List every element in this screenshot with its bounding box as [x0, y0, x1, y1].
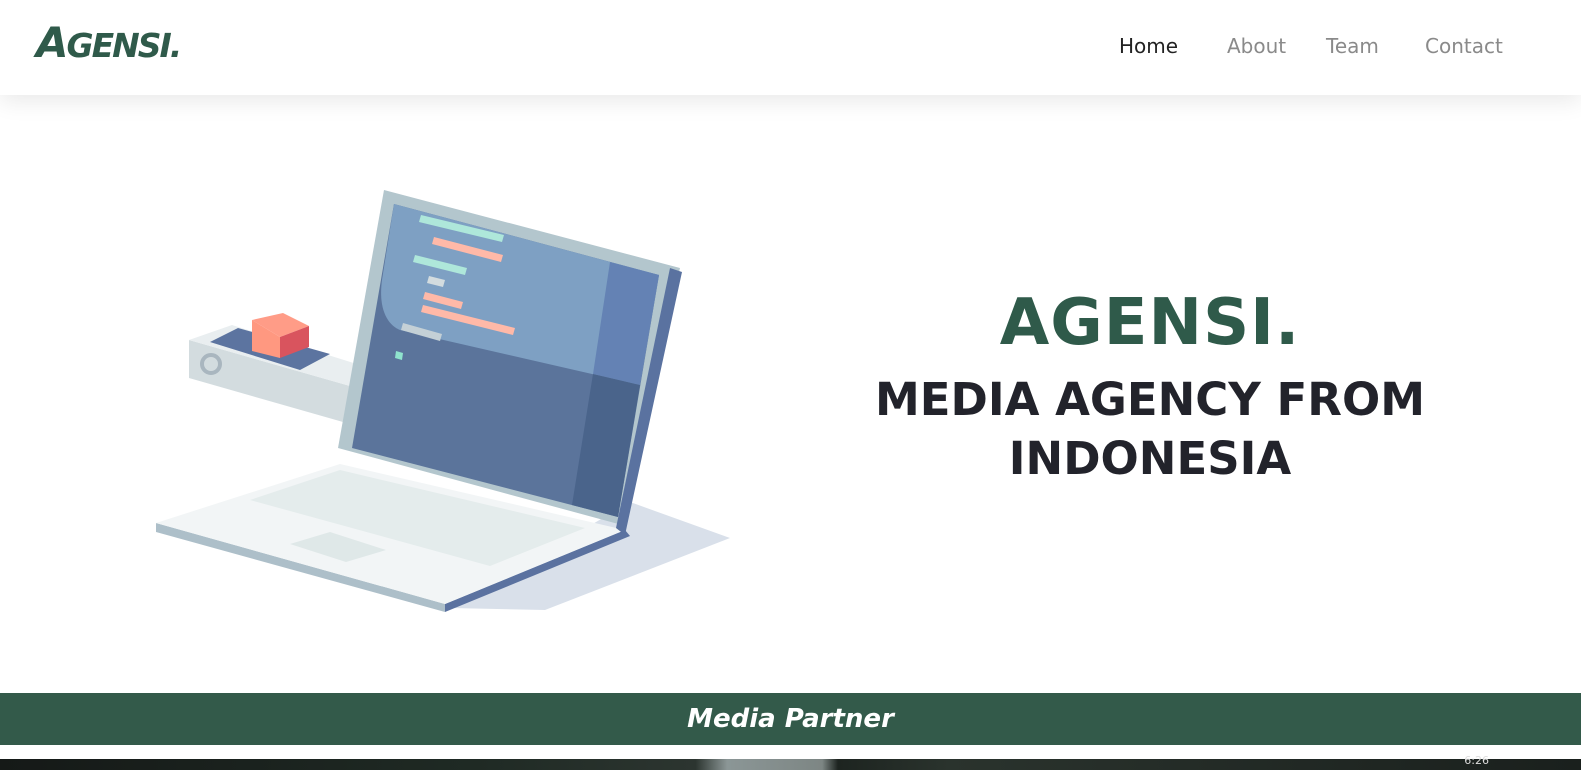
media-partner-bar: Media Partner	[0, 693, 1581, 745]
laptop-code-illustration	[150, 180, 750, 620]
site-logo[interactable]: AGENSI.	[36, 22, 183, 65]
logo-first-letter: A	[36, 18, 68, 67]
taskbar-clock: 6:26	[1464, 754, 1489, 767]
nav-about[interactable]: About	[1227, 34, 1286, 58]
nav-team[interactable]: Team	[1326, 34, 1379, 58]
media-partner-title: Media Partner	[687, 704, 894, 734]
hero-tagline: MEDIA AGENCY FROM INDONESIA	[875, 373, 1425, 485]
laptop-illustration-svg	[156, 190, 730, 612]
hero-text: AGENSI. MEDIA AGENCY FROM INDONESIA	[870, 286, 1430, 488]
nav-home[interactable]: Home	[1119, 34, 1178, 58]
logo-rest: GENSI.	[66, 26, 183, 65]
page: AGENSI. Home About Team Contact AGENSI. …	[0, 0, 1581, 770]
hero-brand-title: AGENSI.	[999, 286, 1301, 360]
nav-contact[interactable]: Contact	[1425, 34, 1503, 58]
navbar: AGENSI. Home About Team Contact	[0, 0, 1581, 95]
taskbar-strip: 6:26	[0, 754, 1581, 770]
